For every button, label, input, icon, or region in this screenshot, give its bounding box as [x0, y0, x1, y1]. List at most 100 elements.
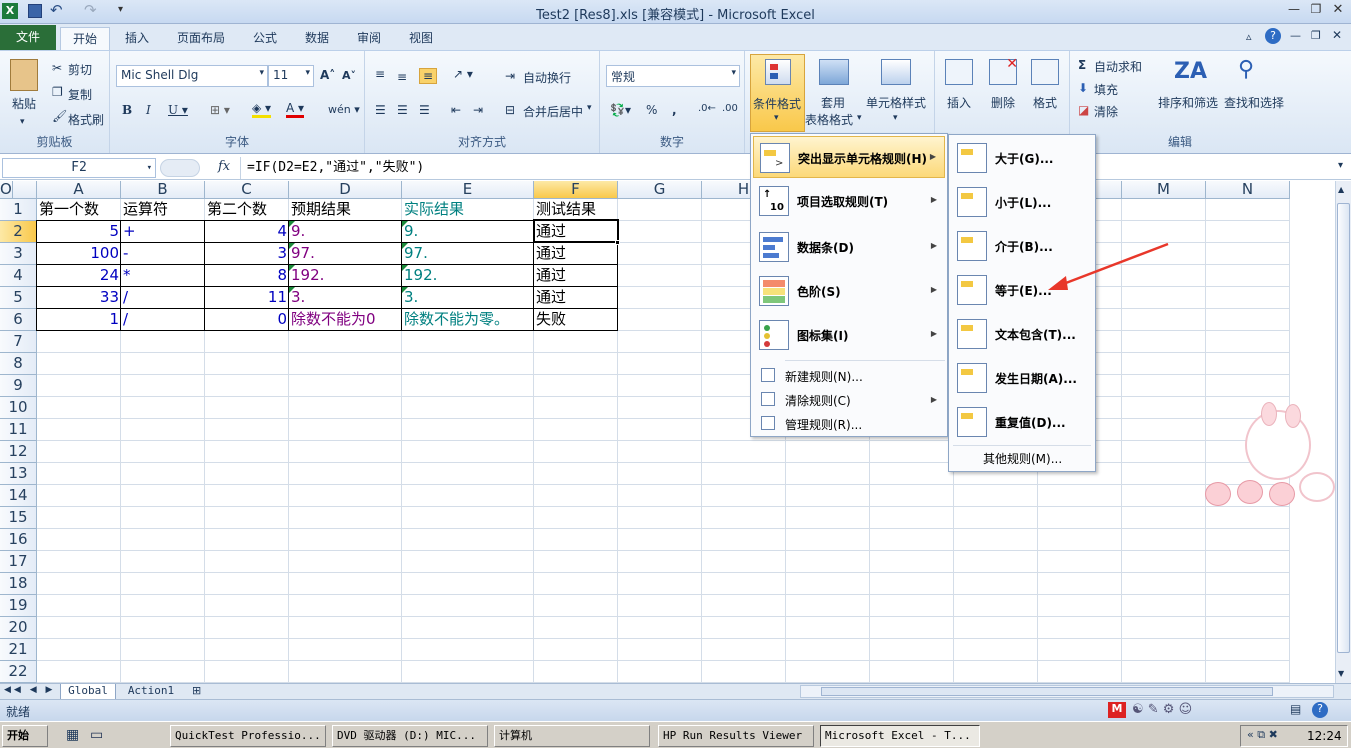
restore-icon[interactable]: ❐	[1305, 2, 1327, 20]
table-cell[interactable]: 192.	[289, 265, 402, 286]
column-header[interactable]: F	[534, 181, 618, 199]
quicklaunch-icon[interactable]: ▦	[66, 727, 79, 743]
row-header[interactable]: 9	[0, 375, 37, 397]
menu-item-data-bars[interactable]: 数据条(D) ▶	[753, 226, 945, 268]
menu-item-less-than[interactable]: 小于(L)...	[951, 181, 1093, 223]
table-cell[interactable]: 9.	[402, 221, 534, 242]
decrease-indent-icon[interactable]: ⇤	[451, 103, 461, 117]
row-header[interactable]: 6	[0, 309, 37, 331]
header-cell[interactable]: 运算符	[121, 199, 205, 220]
ime-icon[interactable]: M	[1108, 702, 1126, 718]
row-header[interactable]: 2	[0, 221, 37, 243]
row-header[interactable]: 20	[0, 617, 37, 639]
table-cell[interactable]: 除数不能为零。	[402, 309, 534, 330]
collapse-ribbon-icon[interactable]: ▵	[1246, 30, 1252, 43]
name-box[interactable]: F2 ▾	[2, 158, 156, 178]
menu-item-highlight-rules[interactable]: > 突出显示单元格规则(H) ▶	[753, 136, 945, 178]
font-name-box[interactable]: Mic Shell Dlg ▾	[116, 65, 268, 87]
align-top-icon[interactable]: ≡	[375, 67, 385, 81]
taskbar-item-hp-run-results[interactable]: HP Run Results Viewer	[658, 725, 814, 747]
column-header[interactable]: B	[121, 181, 205, 199]
tab-insert[interactable]: 插入	[114, 27, 160, 50]
merge-center-button[interactable]: 合并后居中	[523, 103, 583, 120]
column-header[interactable]: N	[1206, 181, 1290, 199]
table-cell[interactable]: 除数不能为0	[289, 309, 402, 330]
menu-item-manage-rules[interactable]: 管理规则(R)...	[753, 412, 945, 436]
cell-styles-dropdown-icon[interactable]: ▾	[893, 113, 898, 123]
table-format-line2[interactable]: 表格格式	[805, 111, 853, 128]
menu-item-more-rules[interactable]: 其他规则(M)...	[951, 449, 1093, 471]
merge-dropdown-icon[interactable]: ▾	[587, 103, 592, 113]
menu-item-top-bottom-rules[interactable]: ↑ 10 项目选取规则(T) ▶	[753, 180, 945, 222]
wb-close-icon[interactable]: ✕	[1332, 28, 1342, 42]
underline-icon[interactable]: U ▾	[168, 103, 188, 117]
table-cell[interactable]: 100	[37, 243, 121, 264]
selected-cell[interactable]	[533, 219, 619, 243]
row-header[interactable]: 4	[0, 265, 37, 287]
row-header[interactable]: 21	[0, 639, 37, 661]
tab-page-layout[interactable]: 页面布局	[168, 27, 234, 50]
table-cell[interactable]: 失败	[534, 309, 618, 330]
row-header[interactable]: 7	[0, 331, 37, 353]
row-header[interactable]: 12	[0, 441, 37, 463]
wb-minimize-icon[interactable]: —	[1290, 29, 1301, 42]
copy-button[interactable]: 复制	[68, 86, 92, 103]
row-header[interactable]: 22	[0, 661, 37, 683]
conditional-format-button[interactable]: 条件格式 ▾	[750, 54, 805, 132]
close-icon[interactable]: ✕	[1327, 2, 1349, 20]
fill-color-icon[interactable]: ◈ ▾	[252, 101, 272, 118]
format-painter-button[interactable]: 格式刷	[68, 111, 104, 128]
taskbar-item-computer[interactable]: 计算机	[494, 725, 650, 747]
table-cell[interactable]: 通过	[534, 243, 618, 264]
formula-resize-handle[interactable]	[160, 159, 200, 177]
table-cell[interactable]: 192.	[402, 265, 534, 286]
table-cell[interactable]: 4	[205, 221, 289, 242]
menu-item-icon-sets[interactable]: 图标集(I) ▶	[753, 314, 945, 356]
table-cell[interactable]: 0	[205, 309, 289, 330]
scroll-up-icon[interactable]: ▲	[1338, 185, 1344, 194]
sheet-tab-action1[interactable]: Action1	[120, 684, 182, 699]
tab-formulas[interactable]: 公式	[242, 27, 288, 50]
border-icon[interactable]: ⊞ ▾	[210, 103, 230, 117]
row-header[interactable]: 18	[0, 573, 37, 595]
menu-item-color-scales[interactable]: 色阶(S) ▶	[753, 270, 945, 312]
table-format-dropdown-icon[interactable]: ▾	[857, 113, 862, 123]
table-cell[interactable]: 5	[37, 221, 121, 242]
column-header[interactable]: A	[37, 181, 121, 199]
decrease-decimal-icon[interactable]: .00	[722, 103, 738, 114]
table-cell[interactable]: 33	[37, 287, 121, 308]
column-header[interactable]: E	[402, 181, 534, 199]
wrap-text-button[interactable]: 自动换行	[523, 69, 571, 86]
fx-icon[interactable]: fx	[218, 159, 230, 174]
minimize-icon[interactable]: —	[1283, 2, 1305, 20]
menu-item-text-contains[interactable]: 文本包含(T)...	[951, 313, 1093, 355]
start-button[interactable]: 开始	[2, 725, 48, 747]
table-cell[interactable]: 通过	[534, 265, 618, 286]
paste-button[interactable]: 粘贴	[12, 95, 36, 112]
column-header[interactable]: D	[289, 181, 402, 199]
table-cell[interactable]: 1	[37, 309, 121, 330]
scroll-down-icon[interactable]: ▼	[1338, 669, 1344, 678]
column-header[interactable]: M	[1122, 181, 1206, 199]
font-size-box[interactable]: 11 ▾	[268, 65, 314, 87]
row-header[interactable]: 8	[0, 353, 37, 375]
column-header[interactable]: C	[205, 181, 289, 199]
insert-cells-button[interactable]: 插入	[947, 94, 971, 111]
row-header[interactable]: 19	[0, 595, 37, 617]
paste-icon[interactable]	[10, 59, 38, 91]
tab-data[interactable]: 数据	[294, 27, 340, 50]
cut-button[interactable]: 剪切	[68, 61, 92, 78]
header-cell[interactable]: 测试结果	[534, 199, 618, 220]
tab-home[interactable]: 开始	[60, 27, 110, 50]
autosum-button[interactable]: 自动求和	[1094, 58, 1142, 75]
row-header[interactable]: 1	[0, 199, 37, 221]
ime-tools-icons[interactable]: ☯ ✎ ⚙ ☺	[1132, 702, 1192, 717]
vertical-scroll-thumb[interactable]	[1337, 203, 1350, 653]
column-header[interactable]: G	[618, 181, 702, 199]
grow-font-icon[interactable]: A˄	[320, 68, 335, 82]
row-header[interactable]: 13	[0, 463, 37, 485]
fill-button[interactable]: 填充	[1094, 81, 1118, 98]
table-cell[interactable]: /	[121, 287, 205, 308]
table-cell[interactable]: +	[121, 221, 205, 242]
find-select-button[interactable]: 查找和选择	[1224, 94, 1284, 111]
